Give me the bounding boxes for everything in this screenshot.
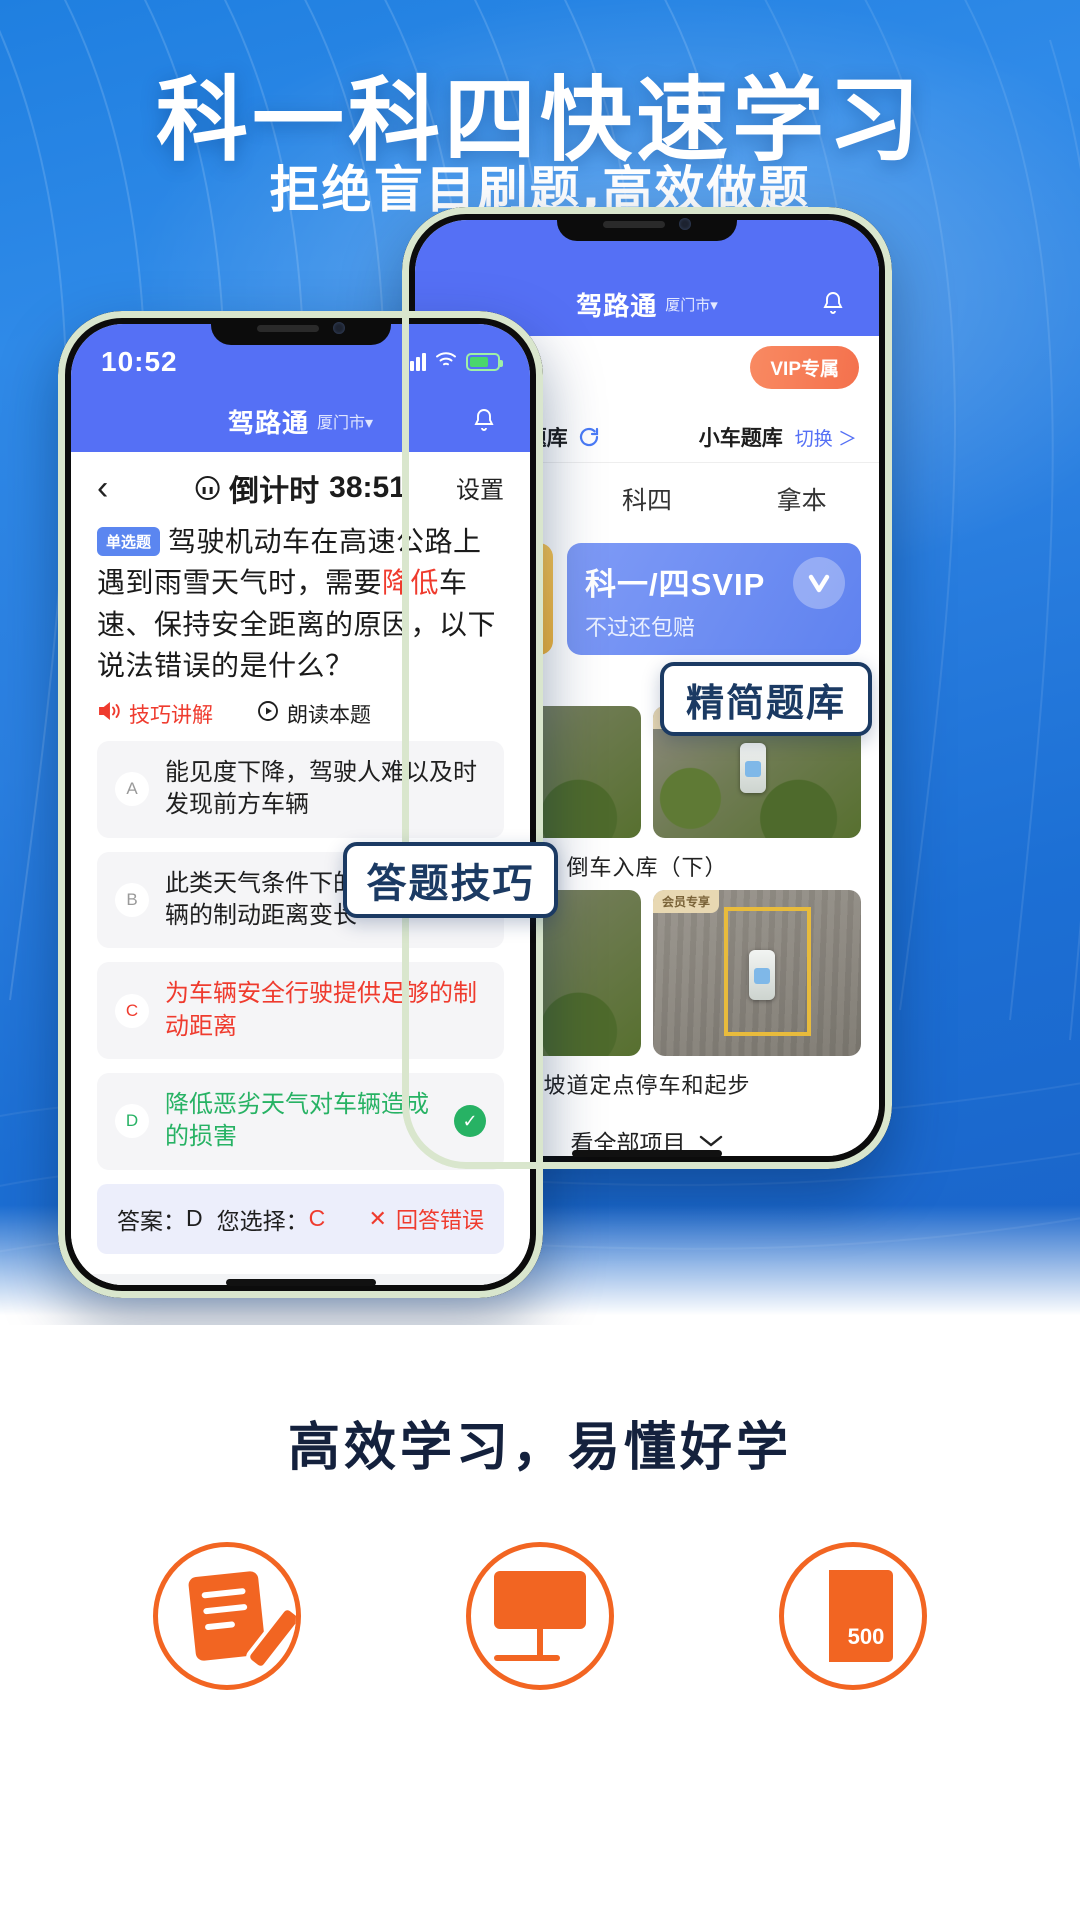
front-camera [332, 322, 345, 334]
tab-get-license[interactable]: 拿本 [777, 481, 827, 517]
battery-icon [466, 353, 503, 371]
skill-explain-button[interactable]: 技巧讲解 [97, 699, 213, 729]
skill-explain-label: 技巧讲解 [129, 703, 213, 727]
read-aloud-button[interactable]: 朗读本题 [257, 699, 371, 729]
answer-label: 答案： [117, 1207, 186, 1234]
member-tag: 会员专享 [653, 890, 720, 913]
answer-result-bar: 答案： D 您选择： C ✕ 回答错误 [97, 1183, 504, 1254]
callout-answer-skill: 答题技巧 [343, 842, 558, 918]
bottom-section: 高效学习，易懂好学 500 [0, 1325, 1080, 1920]
correct-check-icon: ✓ [454, 1105, 486, 1138]
question-type-tag: 单选题 [97, 527, 161, 556]
front-phone-screen: 10:52 驾路通 厦门市▾ ‹ 倒计时 38:51 设置 单选题 驾驶机动车在… [71, 324, 530, 1285]
car-marker-icon [748, 949, 775, 1000]
svip-subtitle: 不过还包赔 [585, 615, 696, 640]
feature-item: 500 [758, 1542, 948, 1690]
wifi-icon [435, 351, 457, 373]
play-circle-icon [257, 700, 279, 728]
answer-options: A 能见度下降，驾驶人难以及时发现前方车辆 B 此类天气条件下的道路上，车辆的制… [71, 733, 530, 1170]
front-camera [679, 218, 691, 230]
option-d[interactable]: D 降低恶劣天气对车辆造成的损害 ✓ [97, 1073, 504, 1170]
car-bank-label: 小车题库 [698, 427, 783, 450]
cross-icon: ✕ [368, 1205, 387, 1231]
book-500-icon: 500 [779, 1542, 928, 1690]
your-answer-value: C [308, 1205, 326, 1232]
back-phone-notch [557, 207, 737, 241]
status-time: 10:52 [101, 346, 178, 377]
notes-pen-icon [152, 1542, 301, 1690]
speaker-icon [97, 701, 121, 727]
option-letter: D [115, 1104, 149, 1139]
question-highlight: 降低 [382, 567, 440, 599]
option-letter: A [115, 772, 149, 807]
front-home-indicator [225, 1279, 376, 1286]
front-app-brand: 驾路通 [227, 407, 309, 438]
document-shape [187, 1570, 266, 1662]
pause-circle-icon[interactable] [195, 475, 220, 500]
bell-icon[interactable] [821, 291, 845, 317]
countdown-display: 倒计时 38:51 [195, 466, 406, 510]
option-text: 能见度下降，驾驶人难以及时发现前方车辆 [165, 758, 477, 819]
back-city-selector[interactable]: 厦门市▾ [665, 294, 718, 315]
book-badge: 500 [847, 1624, 885, 1649]
back-home-indicator [572, 1150, 722, 1157]
front-city-selector[interactable]: 厦门市▾ [317, 409, 373, 433]
option-letter: C [115, 993, 149, 1028]
back-app-brand: 驾路通 [576, 290, 658, 321]
answer-result-label: 回答错误 [395, 1207, 484, 1233]
feature-row: 500 [0, 1480, 1080, 1690]
answer-value: D [186, 1205, 203, 1232]
question-actions: 技巧讲解 朗读本题 [71, 687, 530, 733]
exam-navbar: ‹ 倒计时 38:51 设置 [71, 452, 530, 515]
answer-result: ✕ 回答错误 [369, 1203, 484, 1235]
bell-icon[interactable] [472, 408, 496, 434]
read-aloud-label: 朗读本题 [287, 703, 371, 727]
signal-icon [404, 353, 426, 371]
feature-item [132, 1542, 322, 1690]
svip-card[interactable]: 科一/四SVIP 不过还包赔 [567, 543, 861, 655]
switch-bank-button[interactable]: 切换 ＞ [795, 424, 857, 451]
refresh-icon[interactable] [578, 426, 600, 448]
option-text: 降低恶劣天气对车辆造成的损害 [165, 1091, 429, 1151]
back-bank-right: 小车题库 切换 ＞ [699, 422, 857, 452]
book-shape: 500 [813, 1570, 894, 1662]
chevron-left-icon[interactable]: ‹ [97, 471, 108, 505]
v-badge-icon [793, 557, 845, 609]
earpiece-speaker [603, 220, 665, 228]
car-marker-icon [740, 742, 767, 793]
question-block: 单选题 驾驶机动车在高速公路上遇到雨雪天气时，需要降低车速、保持安全距离的原因，以… [71, 515, 530, 687]
status-icons [404, 351, 503, 373]
bottom-title: 高效学习，易懂好学 [287, 1418, 792, 1478]
countdown-label: 倒计时 [229, 474, 320, 508]
thumb-item[interactable]: 会员专享 [653, 890, 861, 1056]
front-app-header: 驾路通 厦门市▾ [71, 390, 530, 452]
board-shape [493, 1571, 586, 1661]
option-letter: B [115, 882, 149, 917]
countdown-value: 38:51 [329, 470, 406, 504]
your-answer-label: 您选择： [216, 1207, 309, 1234]
option-c[interactable]: C 为车辆安全行驶提供足够的制动距离 [97, 962, 504, 1060]
option-a[interactable]: A 能见度下降，驾驶人难以及时发现前方车辆 [97, 740, 504, 838]
front-phone-notch [210, 311, 391, 345]
option-text: 为车辆安全行驶提供足够的制动距离 [165, 980, 477, 1040]
whiteboard-icon [465, 1542, 614, 1690]
settings-button[interactable]: 设置 [456, 470, 504, 505]
vip-badge[interactable]: VIP专属 [750, 346, 859, 389]
front-phone-mockup: 10:52 驾路通 厦门市▾ ‹ 倒计时 38:51 设置 单选题 驾驶机动车在… [58, 311, 543, 1298]
tab-subject-4[interactable]: 科四 [622, 481, 672, 517]
feature-item [445, 1542, 635, 1690]
earpiece-speaker [256, 324, 319, 332]
callout-simplified-bank: 精简题库 [660, 662, 872, 736]
